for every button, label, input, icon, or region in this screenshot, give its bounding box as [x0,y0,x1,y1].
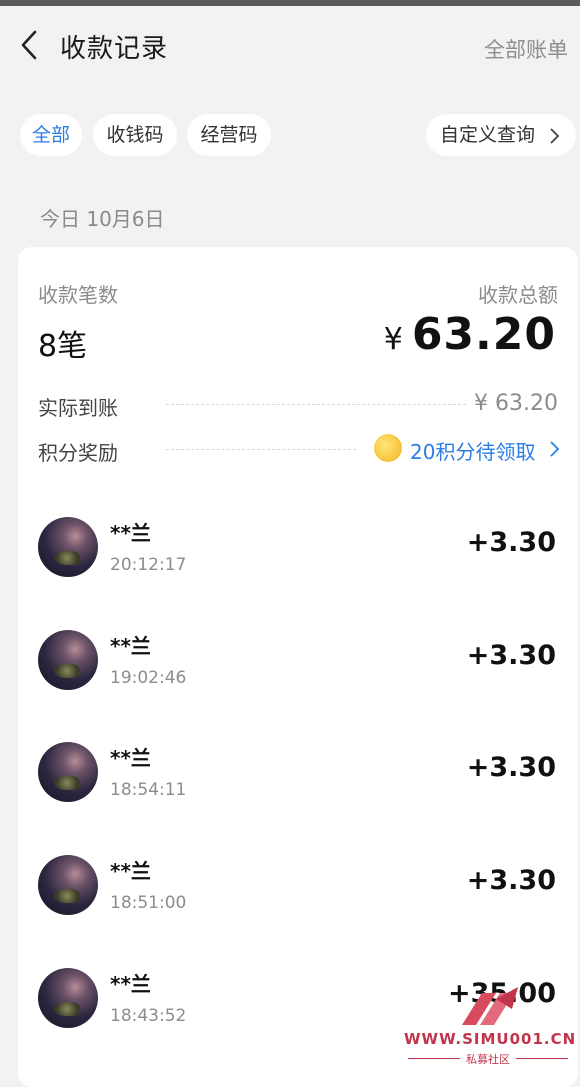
avatar [38,968,98,1028]
payer-name: **兰 [110,634,151,658]
avatar [38,630,98,690]
filter-qr-code[interactable]: 收钱码 [93,114,177,156]
transaction-row[interactable]: **兰 20:12:17 +3.30 [18,493,578,605]
transaction-amount: +3.30 [466,752,556,783]
payment-count: 8笔 [38,329,88,364]
transaction-time: 18:43:52 [110,1006,187,1026]
payer-name: **兰 [110,521,151,545]
watermark-subtitle: 私募社区 [466,1053,510,1066]
transaction-time: 19:02:46 [110,668,187,688]
currency-symbol: ¥ [383,322,404,357]
dashed-divider [166,449,356,450]
summary-card: 收款笔数 收款总额 8笔 ¥63.20 实际到账 ¥ 63.20 积分奖励 20… [18,247,578,1087]
filter-business-code[interactable]: 经营码 [187,114,271,156]
payer-name: **兰 [110,746,151,770]
actual-received-label: 实际到账 [38,396,118,420]
count-label: 收款笔数 [38,283,118,307]
transaction-time: 20:12:17 [110,555,187,575]
custom-query-button[interactable]: 自定义查询 [426,114,576,156]
date-header: 今日 10月6日 [40,207,165,231]
transaction-amount: +3.30 [466,640,556,671]
chevron-right-icon [550,128,560,144]
nav-bar: 收款记录 全部账单 [0,6,580,86]
transaction-row[interactable]: **兰 18:51:00 +3.30 [18,831,578,943]
page-title: 收款记录 [60,34,169,64]
transaction-amount: +3.30 [466,865,556,896]
back-arrow-icon[interactable] [16,28,44,62]
watermark-rule [408,1058,460,1059]
avatar [38,855,98,915]
points-reward-label: 积分奖励 [38,441,118,465]
filter-all[interactable]: 全部 [20,114,82,156]
total-amount: ¥63.20 [384,309,556,360]
transaction-row[interactable]: **兰 19:02:46 +3.30 [18,606,578,718]
dashed-divider [166,404,466,405]
custom-query-label: 自定义查询 [440,124,536,146]
actual-received-value: ¥ 63.20 [474,391,558,416]
total-value: 63.20 [411,309,556,360]
transaction-amount: +3.30 [466,527,556,558]
watermark-text: WWW.SIMU001.CN [404,1030,577,1048]
all-bills-link[interactable]: 全部账单 [484,34,568,64]
watermark-rule [516,1058,568,1059]
payer-name: **兰 [110,972,151,996]
coin-icon [374,434,402,462]
transaction-time: 18:54:11 [110,780,187,800]
total-label: 收款总额 [478,283,558,307]
transaction-time: 18:51:00 [110,893,187,913]
chevron-right-icon [550,441,560,457]
transaction-row[interactable]: **兰 18:54:11 +3.30 [18,718,578,830]
avatar [38,517,98,577]
points-reward-link[interactable]: 20积分待领取 [410,436,535,465]
avatar [38,742,98,802]
payer-name: **兰 [110,859,151,883]
